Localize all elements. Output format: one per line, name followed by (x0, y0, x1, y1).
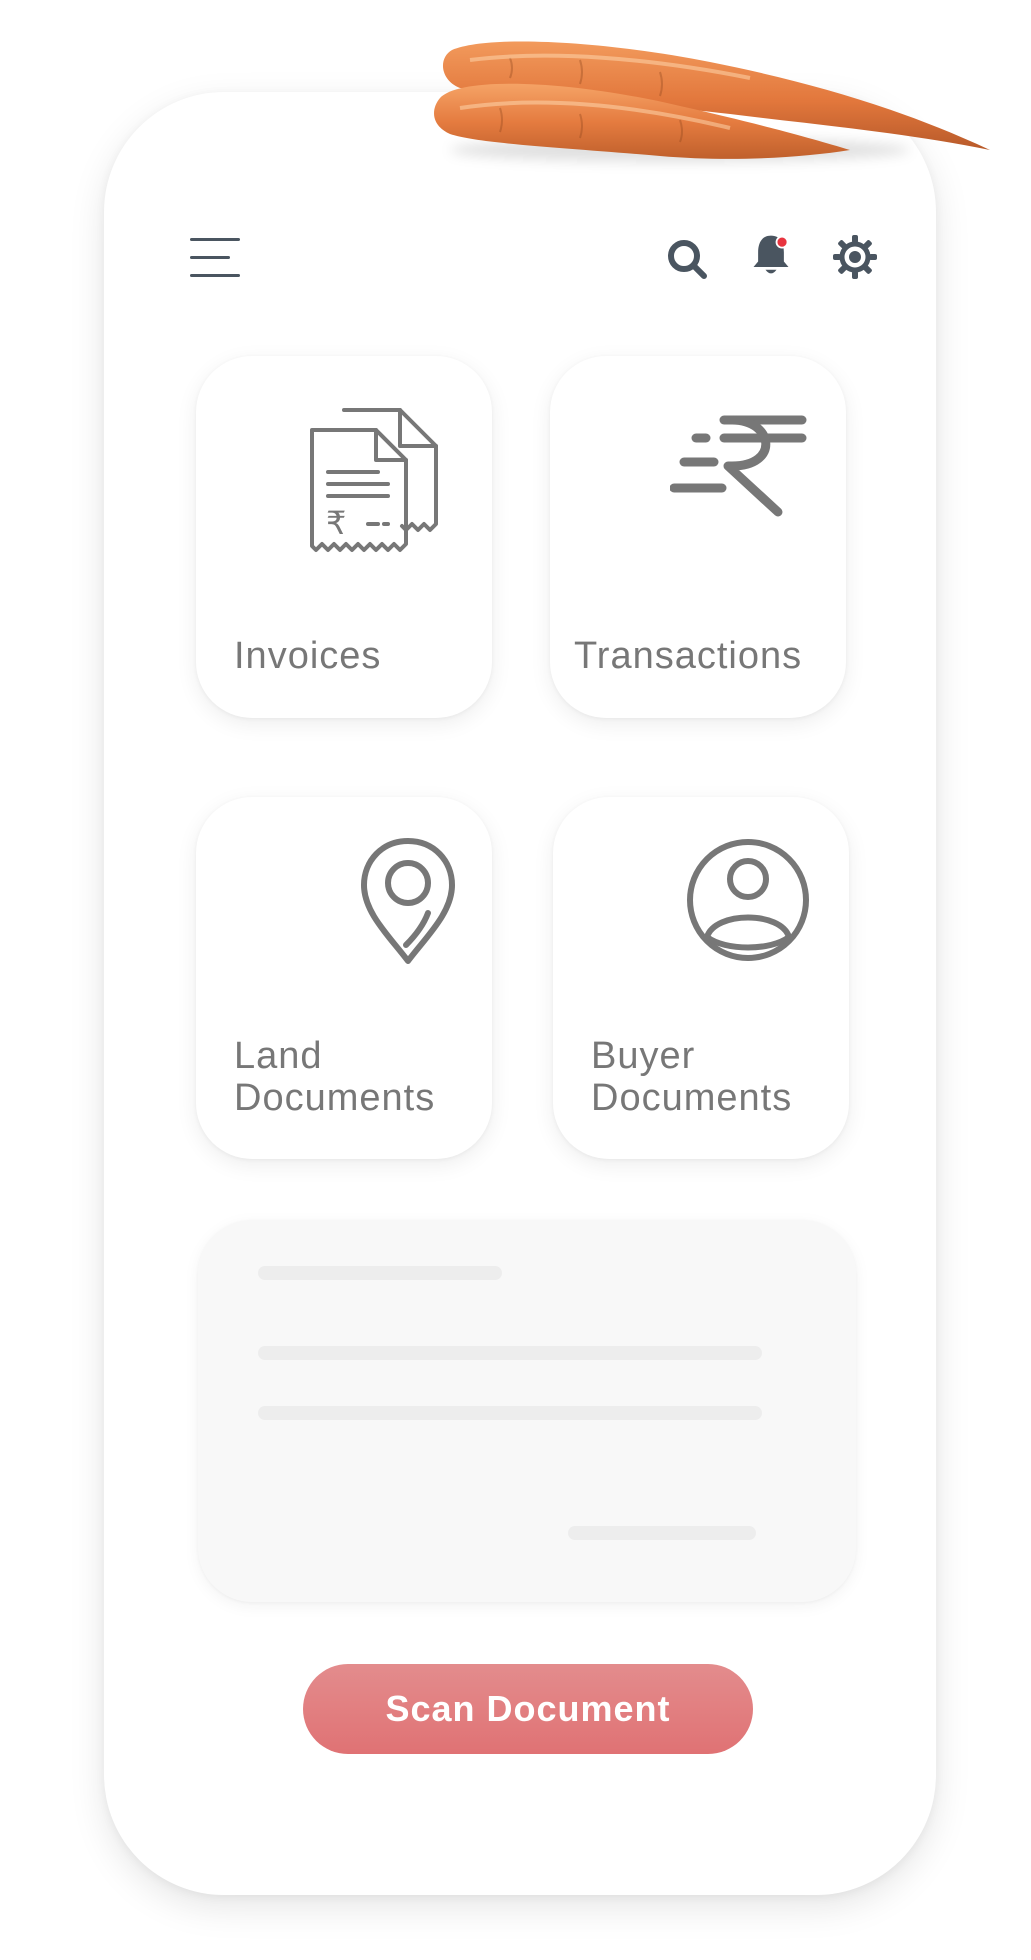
skeleton-card (198, 1220, 856, 1602)
tile-label-line: Land (234, 1035, 323, 1077)
notification-dot (775, 235, 789, 249)
buyer-documents-label: Buyer Documents (591, 1035, 792, 1119)
user-circle-icon (687, 839, 809, 961)
invoices-label: Invoices (234, 635, 381, 677)
receipt-rupee-icon: ₹ (310, 408, 438, 552)
scan-document-button[interactable]: Scan Document (303, 1664, 753, 1754)
tile-label-line: Documents (234, 1077, 436, 1119)
invoices-tile[interactable]: ₹ Invoices (196, 356, 492, 718)
hamburger-line (190, 256, 230, 259)
hamburger-line (190, 274, 240, 277)
search-icon[interactable] (664, 236, 710, 282)
buyer-documents-tile[interactable]: Buyer Documents (553, 797, 849, 1159)
bell-icon[interactable] (748, 232, 794, 278)
gear-icon[interactable] (832, 234, 878, 280)
transactions-label: Transactions (574, 635, 802, 677)
skeleton-line (258, 1346, 762, 1360)
svg-text:₹: ₹ (326, 504, 346, 542)
tile-label-line: Documents (591, 1077, 793, 1119)
hamburger-menu-icon[interactable] (190, 236, 242, 280)
skeleton-line (258, 1406, 762, 1420)
land-documents-tile[interactable]: Land Documents (196, 797, 492, 1159)
tile-label-line: Invoices (234, 635, 382, 677)
tile-label-line: Buyer (591, 1035, 696, 1077)
hamburger-line (190, 238, 240, 241)
transactions-tile[interactable]: Transactions (550, 356, 846, 718)
land-documents-label: Land Documents (234, 1035, 435, 1119)
rupee-transactions-icon (670, 415, 807, 517)
tile-label-line: Transactions (574, 635, 803, 677)
carrot-decoration (434, 41, 990, 162)
map-pin-icon (361, 838, 455, 964)
skeleton-line (568, 1526, 756, 1540)
skeleton-line (258, 1266, 502, 1280)
